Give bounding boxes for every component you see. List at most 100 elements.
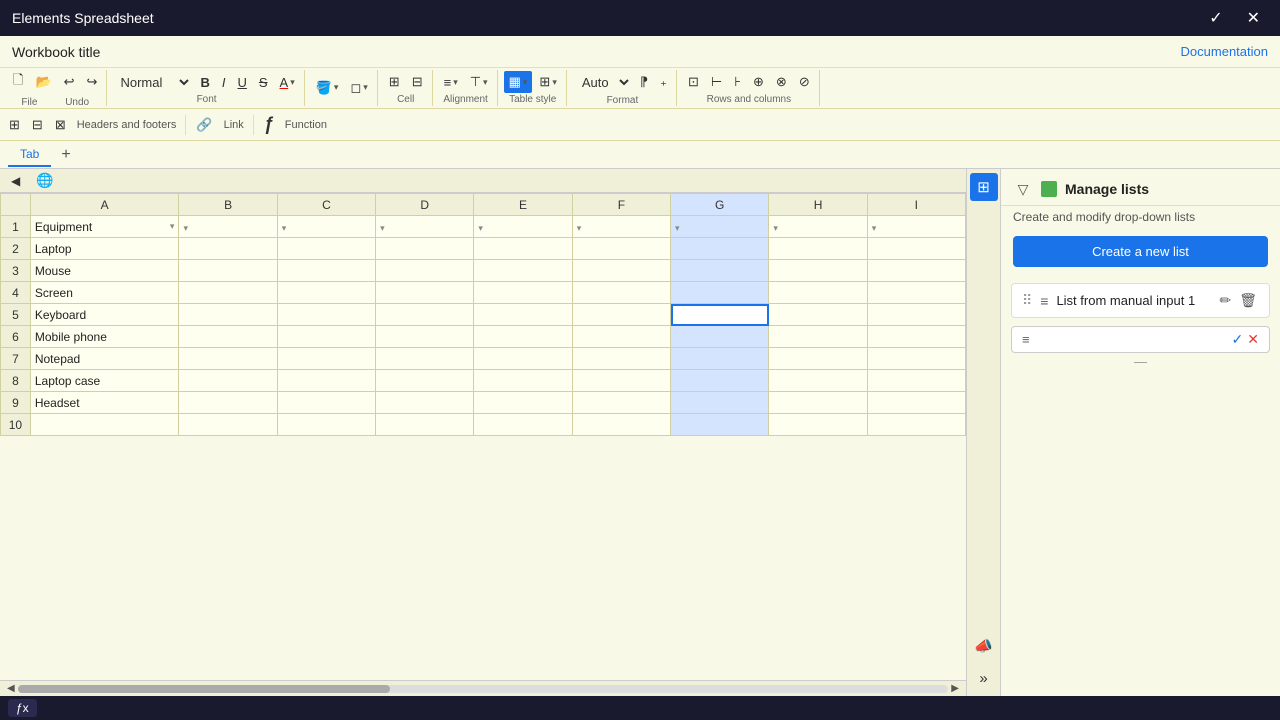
cell-h9[interactable] bbox=[769, 392, 867, 414]
cell-e8[interactable] bbox=[474, 370, 572, 392]
rows-align-btn[interactable]: ⊡ bbox=[683, 71, 704, 93]
rows-distribute-btn[interactable]: ⊢ bbox=[706, 71, 727, 93]
cell-e2[interactable] bbox=[474, 238, 572, 260]
grid-wrapper[interactable]: A B C D E F G H I bbox=[0, 193, 966, 680]
cell-i7[interactable] bbox=[867, 348, 965, 370]
cell-c9[interactable] bbox=[277, 392, 375, 414]
format-select[interactable]: Auto Text Number bbox=[573, 71, 633, 94]
cell-h7[interactable] bbox=[769, 348, 867, 370]
cell-g9[interactable] bbox=[671, 392, 769, 414]
bold-button[interactable]: B bbox=[195, 72, 214, 93]
cell-c4[interactable] bbox=[277, 282, 375, 304]
cell-f4[interactable] bbox=[572, 282, 670, 304]
scroll-right-arrow[interactable]: ▶ bbox=[948, 683, 962, 694]
underline-button[interactable]: U bbox=[232, 72, 251, 93]
cell-a3[interactable]: Mouse bbox=[30, 260, 179, 282]
cell-h1[interactable]: ▾ bbox=[769, 216, 867, 238]
cell-a9[interactable]: Headset bbox=[30, 392, 179, 414]
merge-cells-button[interactable]: ⊟ bbox=[407, 71, 428, 93]
list-edit-cancel-button[interactable]: ✕ bbox=[1247, 331, 1259, 348]
cell-b5[interactable] bbox=[179, 304, 277, 326]
cell-i2[interactable] bbox=[867, 238, 965, 260]
cell-g4[interactable] bbox=[671, 282, 769, 304]
horizontal-scrollbar[interactable]: ◀ ▶ bbox=[0, 680, 966, 696]
cell-b10[interactable] bbox=[179, 414, 277, 436]
headers-footers-button3[interactable]: ⊠ bbox=[50, 114, 71, 136]
list-name-input[interactable] bbox=[1034, 333, 1228, 347]
delete-list-button[interactable]: 🗑 bbox=[1237, 290, 1259, 311]
cell-f7[interactable] bbox=[572, 348, 670, 370]
cell-d9[interactable] bbox=[376, 392, 474, 414]
cell-c6[interactable] bbox=[277, 326, 375, 348]
col-align-btn[interactable]: ⊦ bbox=[729, 71, 746, 93]
cell-d3[interactable] bbox=[376, 260, 474, 282]
cell-e4[interactable] bbox=[474, 282, 572, 304]
cell-g1[interactable]: ▾ bbox=[671, 216, 769, 238]
cell-i3[interactable] bbox=[867, 260, 965, 282]
cell-e9[interactable] bbox=[474, 392, 572, 414]
cell-c7[interactable] bbox=[277, 348, 375, 370]
cell-g3[interactable] bbox=[671, 260, 769, 282]
cell-h6[interactable] bbox=[769, 326, 867, 348]
cell-a4[interactable]: Screen bbox=[30, 282, 179, 304]
strikethrough-button[interactable]: S bbox=[254, 72, 273, 93]
scrollbar-track[interactable] bbox=[18, 685, 949, 693]
italic-button[interactable]: I bbox=[217, 72, 231, 93]
align-h-button[interactable]: ≡ ▾ bbox=[439, 72, 463, 93]
cell-d7[interactable] bbox=[376, 348, 474, 370]
headers-footers-button2[interactable]: ⊟ bbox=[27, 114, 48, 136]
cell-f3[interactable] bbox=[572, 260, 670, 282]
cell-i9[interactable] bbox=[867, 392, 965, 414]
cell-c8[interactable] bbox=[277, 370, 375, 392]
cell-h8[interactable] bbox=[769, 370, 867, 392]
col-header-i[interactable]: I bbox=[867, 194, 965, 216]
table-border-button[interactable]: ⊞ ▾ bbox=[534, 71, 561, 93]
cell-b3[interactable] bbox=[179, 260, 277, 282]
cell-d4[interactable] bbox=[376, 282, 474, 304]
cell-f1[interactable]: ▾ bbox=[572, 216, 670, 238]
cell-f10[interactable] bbox=[572, 414, 670, 436]
cell-h4[interactable] bbox=[769, 282, 867, 304]
open-file-button[interactable]: 📂 bbox=[30, 71, 56, 93]
cell-f6[interactable] bbox=[572, 326, 670, 348]
cell-f9[interactable] bbox=[572, 392, 670, 414]
col-header-g[interactable]: G bbox=[671, 194, 769, 216]
cell-a1[interactable]: Equipment ▾ bbox=[30, 216, 179, 238]
scroll-left-arrow[interactable]: ◀ bbox=[4, 683, 18, 694]
cell-g7[interactable] bbox=[671, 348, 769, 370]
cell-i8[interactable] bbox=[867, 370, 965, 392]
insert-row-btn[interactable]: ⊕ bbox=[748, 71, 769, 93]
cell-i1[interactable]: ▾ bbox=[867, 216, 965, 238]
cell-b9[interactable] bbox=[179, 392, 277, 414]
panel-resize-handle[interactable]: — bbox=[1001, 357, 1280, 365]
nav-prev-btn[interactable]: ◀ bbox=[6, 171, 25, 191]
col-header-a[interactable]: A bbox=[30, 194, 179, 216]
cell-f8[interactable] bbox=[572, 370, 670, 392]
cell-h10[interactable] bbox=[769, 414, 867, 436]
cell-g6[interactable] bbox=[671, 326, 769, 348]
cell-d1[interactable]: ▾ bbox=[376, 216, 474, 238]
delete-row-btn[interactable]: ⊘ bbox=[794, 71, 815, 93]
format-num-btn2[interactable]: ₊ bbox=[655, 71, 672, 93]
cell-b6[interactable] bbox=[179, 326, 277, 348]
cell-f2[interactable] bbox=[572, 238, 670, 260]
cell-b8[interactable] bbox=[179, 370, 277, 392]
nav-globe-btn[interactable]: 🌐 bbox=[31, 169, 58, 192]
col-header-d[interactable]: D bbox=[376, 194, 474, 216]
font-color-button[interactable]: A ▾ bbox=[275, 72, 300, 93]
create-new-list-button[interactable]: Create a new list bbox=[1013, 236, 1268, 267]
cell-d6[interactable] bbox=[376, 326, 474, 348]
cell-b7[interactable] bbox=[179, 348, 277, 370]
cell-e5[interactable] bbox=[474, 304, 572, 326]
filter-button[interactable]: ▽ bbox=[1013, 179, 1033, 199]
panel-toggle-button[interactable]: ⊞ bbox=[970, 173, 998, 201]
col-header-c[interactable]: C bbox=[277, 194, 375, 216]
cell-g10[interactable] bbox=[671, 414, 769, 436]
function-status-button[interactable]: ƒx bbox=[8, 699, 37, 717]
expand-button[interactable]: » bbox=[970, 664, 998, 692]
cell-e6[interactable] bbox=[474, 326, 572, 348]
cell-a8[interactable]: Laptop case bbox=[30, 370, 179, 392]
redo-button[interactable]: ↪ bbox=[82, 71, 103, 93]
tab-tab[interactable]: Tab bbox=[8, 143, 51, 167]
col-header-h[interactable]: H bbox=[769, 194, 867, 216]
